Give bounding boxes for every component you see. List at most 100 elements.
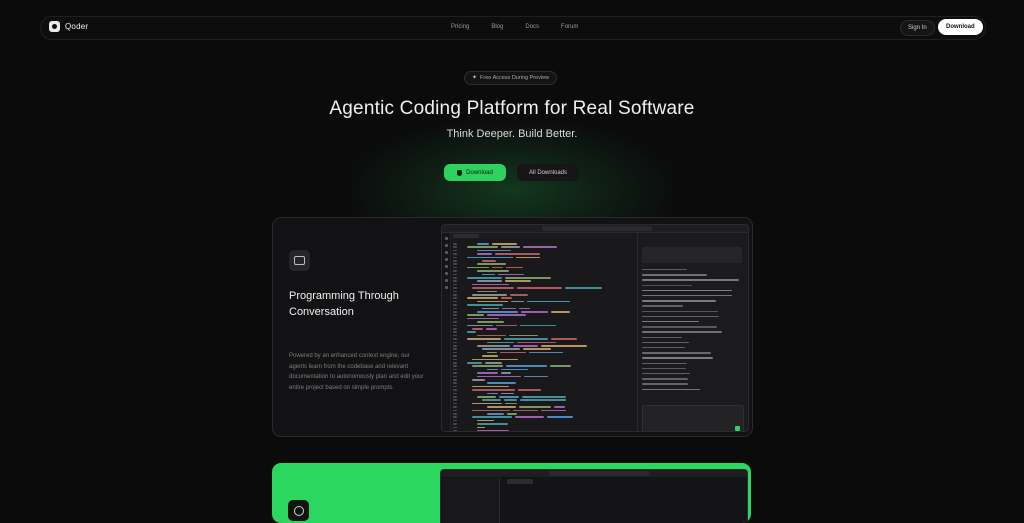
code-token xyxy=(513,409,538,412)
chat-text-line xyxy=(642,269,687,271)
code-token xyxy=(523,246,557,248)
code-token xyxy=(477,243,489,245)
code-token xyxy=(516,256,540,259)
code-token xyxy=(513,345,538,347)
code-token xyxy=(477,426,485,429)
ide-titlebar xyxy=(442,225,748,233)
code-token xyxy=(495,253,540,255)
code-token xyxy=(477,334,506,337)
all-downloads-button[interactable]: All Downloads xyxy=(517,164,579,181)
line-number xyxy=(453,426,457,429)
line-number xyxy=(453,273,457,276)
chat-text-line xyxy=(642,336,682,338)
code-token xyxy=(499,396,519,398)
sign-in-button[interactable]: Sign In xyxy=(900,20,935,36)
code-token xyxy=(467,362,482,364)
code-token xyxy=(477,345,510,347)
code-token xyxy=(522,396,566,398)
code-token xyxy=(477,311,518,313)
code-token xyxy=(501,372,511,374)
download-button-label: Download xyxy=(466,169,493,176)
line-number xyxy=(453,256,457,259)
code-token xyxy=(482,273,495,276)
chat-text-line xyxy=(642,305,683,307)
line-number xyxy=(453,297,457,299)
code-token xyxy=(482,399,501,401)
chat-text-line xyxy=(642,315,719,318)
line-number xyxy=(453,368,457,371)
line-number xyxy=(453,406,457,408)
nav-link-forum[interactable]: Forum xyxy=(561,24,578,30)
line-number xyxy=(453,243,457,245)
code-token xyxy=(506,365,547,367)
brand[interactable]: Qoder xyxy=(49,21,88,32)
code-token xyxy=(498,273,524,276)
apple-icon xyxy=(457,169,463,176)
ide-line-numbers xyxy=(453,240,463,431)
brand-name: Qoder xyxy=(65,22,89,31)
code-token xyxy=(472,287,514,289)
ide-screenshot xyxy=(441,224,749,432)
code-token xyxy=(472,416,512,418)
chat-text-line xyxy=(642,331,722,333)
line-number xyxy=(453,277,457,279)
code-token xyxy=(482,260,496,262)
line-number xyxy=(453,263,457,265)
code-token xyxy=(527,300,570,303)
chat-icon xyxy=(289,250,310,271)
line-number xyxy=(453,372,457,374)
line-number xyxy=(453,375,457,378)
code-token xyxy=(472,385,509,388)
code-token xyxy=(482,355,498,357)
code-token xyxy=(477,375,521,378)
line-number xyxy=(453,317,457,320)
code-token xyxy=(472,365,503,367)
code-token xyxy=(477,372,498,374)
nav-links: Pricing Blog Docs Forum xyxy=(451,24,578,30)
line-number xyxy=(453,345,457,347)
line-number xyxy=(453,348,457,350)
chat-text-line xyxy=(642,321,699,323)
chat-text-line xyxy=(642,326,717,328)
code-token xyxy=(472,402,502,405)
line-number xyxy=(453,270,457,272)
code-token xyxy=(482,307,499,310)
code-token xyxy=(467,324,493,327)
line-number xyxy=(453,314,457,316)
code-token xyxy=(551,338,577,340)
line-number xyxy=(453,334,457,337)
line-number xyxy=(453,290,457,293)
line-number xyxy=(453,266,457,269)
line-number xyxy=(453,338,457,340)
nav-link-pricing[interactable]: Pricing xyxy=(451,24,469,30)
code-token xyxy=(487,406,516,408)
code-token xyxy=(550,365,571,367)
code-token xyxy=(521,311,548,313)
code-token xyxy=(487,413,504,415)
code-token xyxy=(551,311,570,313)
nav-link-blog[interactable]: Blog xyxy=(491,24,503,30)
code-token xyxy=(501,246,520,248)
line-number xyxy=(453,358,457,361)
code-token xyxy=(477,300,508,303)
nav-link-docs[interactable]: Docs xyxy=(525,24,539,30)
ide2-sidebar xyxy=(441,478,500,523)
chat-text-line xyxy=(642,284,692,286)
code-token xyxy=(487,351,497,354)
code-token xyxy=(487,341,514,344)
code-token xyxy=(524,375,548,378)
line-number xyxy=(453,423,457,425)
chat-text-line xyxy=(642,295,732,297)
ide-screenshot-2 xyxy=(440,469,748,523)
code-token xyxy=(541,345,587,347)
code-token xyxy=(502,307,516,310)
line-number xyxy=(453,392,457,395)
code-token xyxy=(519,307,530,310)
download-button[interactable]: Download xyxy=(444,164,506,181)
code-token xyxy=(520,324,556,327)
ide-chat-message xyxy=(642,247,742,263)
ide2-tab xyxy=(507,479,533,484)
nav-download-button[interactable]: Download xyxy=(938,19,983,35)
code-token xyxy=(467,266,489,269)
code-token xyxy=(487,382,516,384)
